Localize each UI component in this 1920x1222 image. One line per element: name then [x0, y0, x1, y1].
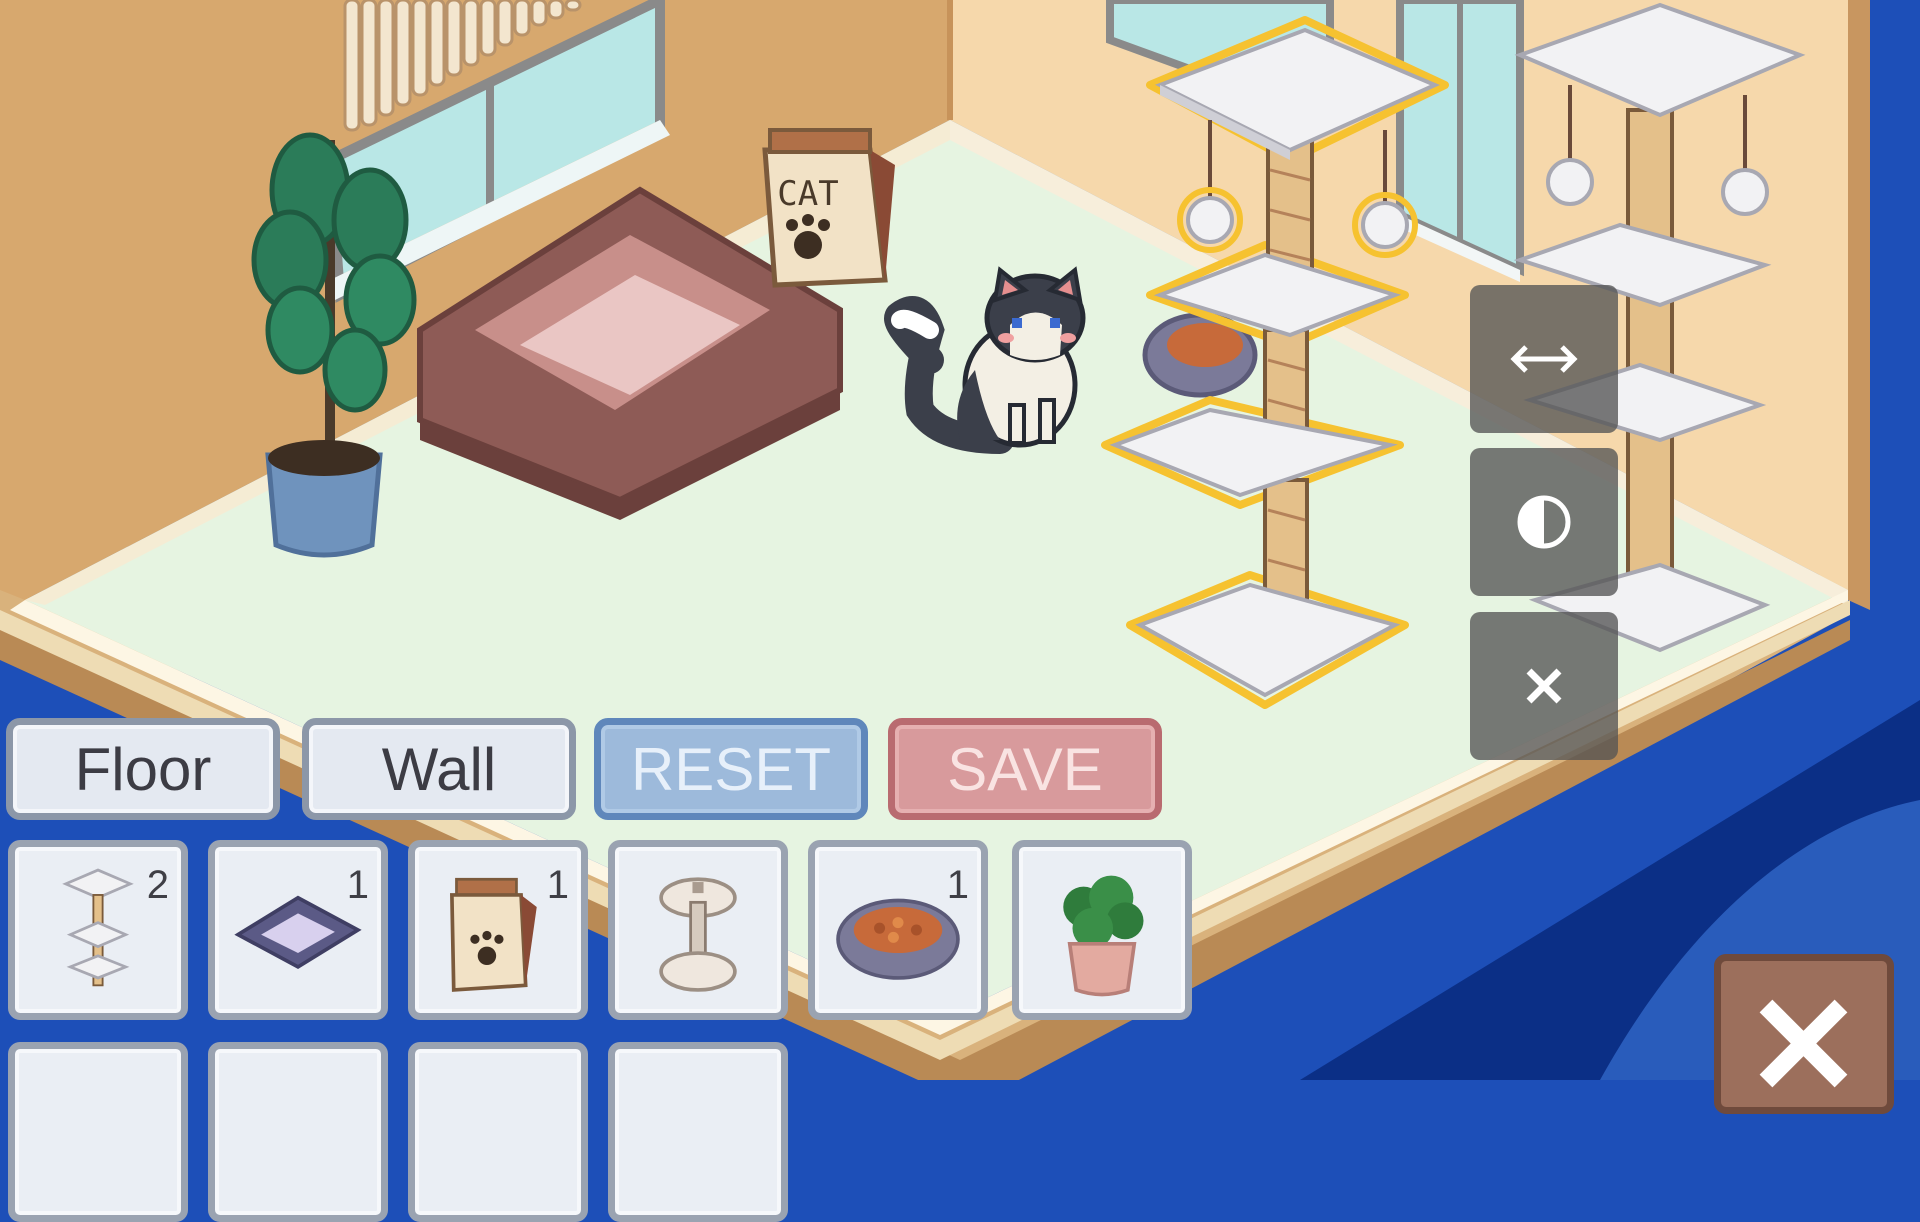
save-button[interactable]: SAVE	[888, 718, 1162, 820]
floor-button[interactable]: Floor	[6, 718, 280, 820]
remove-object-button[interactable]	[1470, 612, 1618, 760]
inventory-slot-cat-tree[interactable]: 2	[8, 840, 188, 1020]
reset-button[interactable]: RESET	[594, 718, 868, 820]
inventory-slot-cat-bed[interactable]: 1	[208, 840, 388, 1020]
recolor-button[interactable]	[1470, 448, 1618, 596]
inventory-slot[interactable]	[608, 1042, 788, 1222]
food-bag-label: CAT	[777, 174, 838, 214]
inventory-slot[interactable]	[408, 1042, 588, 1222]
exit-button[interactable]	[1714, 954, 1894, 1114]
inventory-slot-scratch-post[interactable]	[608, 840, 788, 1020]
inventory-slot-food-bowl[interactable]: 1	[808, 840, 988, 1020]
flip-button[interactable]	[1470, 285, 1618, 433]
contrast-icon	[1517, 495, 1571, 549]
close-icon	[1526, 668, 1562, 704]
scratch-post-icon	[659, 877, 737, 992]
inventory-slot[interactable]	[8, 1042, 188, 1222]
wall-button[interactable]: Wall	[302, 718, 576, 820]
flip-horizontal-icon	[1510, 345, 1578, 373]
item-count: 1	[946, 863, 969, 907]
close-icon	[1759, 999, 1848, 1088]
inventory-slot-cat-food-bag[interactable]: 1	[408, 840, 588, 1020]
inventory-slot-potted-plant[interactable]	[1012, 840, 1192, 1020]
inventory-slot[interactable]	[208, 1042, 388, 1222]
item-count: 2	[146, 863, 169, 907]
item-count: 1	[546, 863, 569, 907]
potted-plant-icon	[1063, 875, 1144, 997]
item-count: 1	[346, 863, 369, 907]
